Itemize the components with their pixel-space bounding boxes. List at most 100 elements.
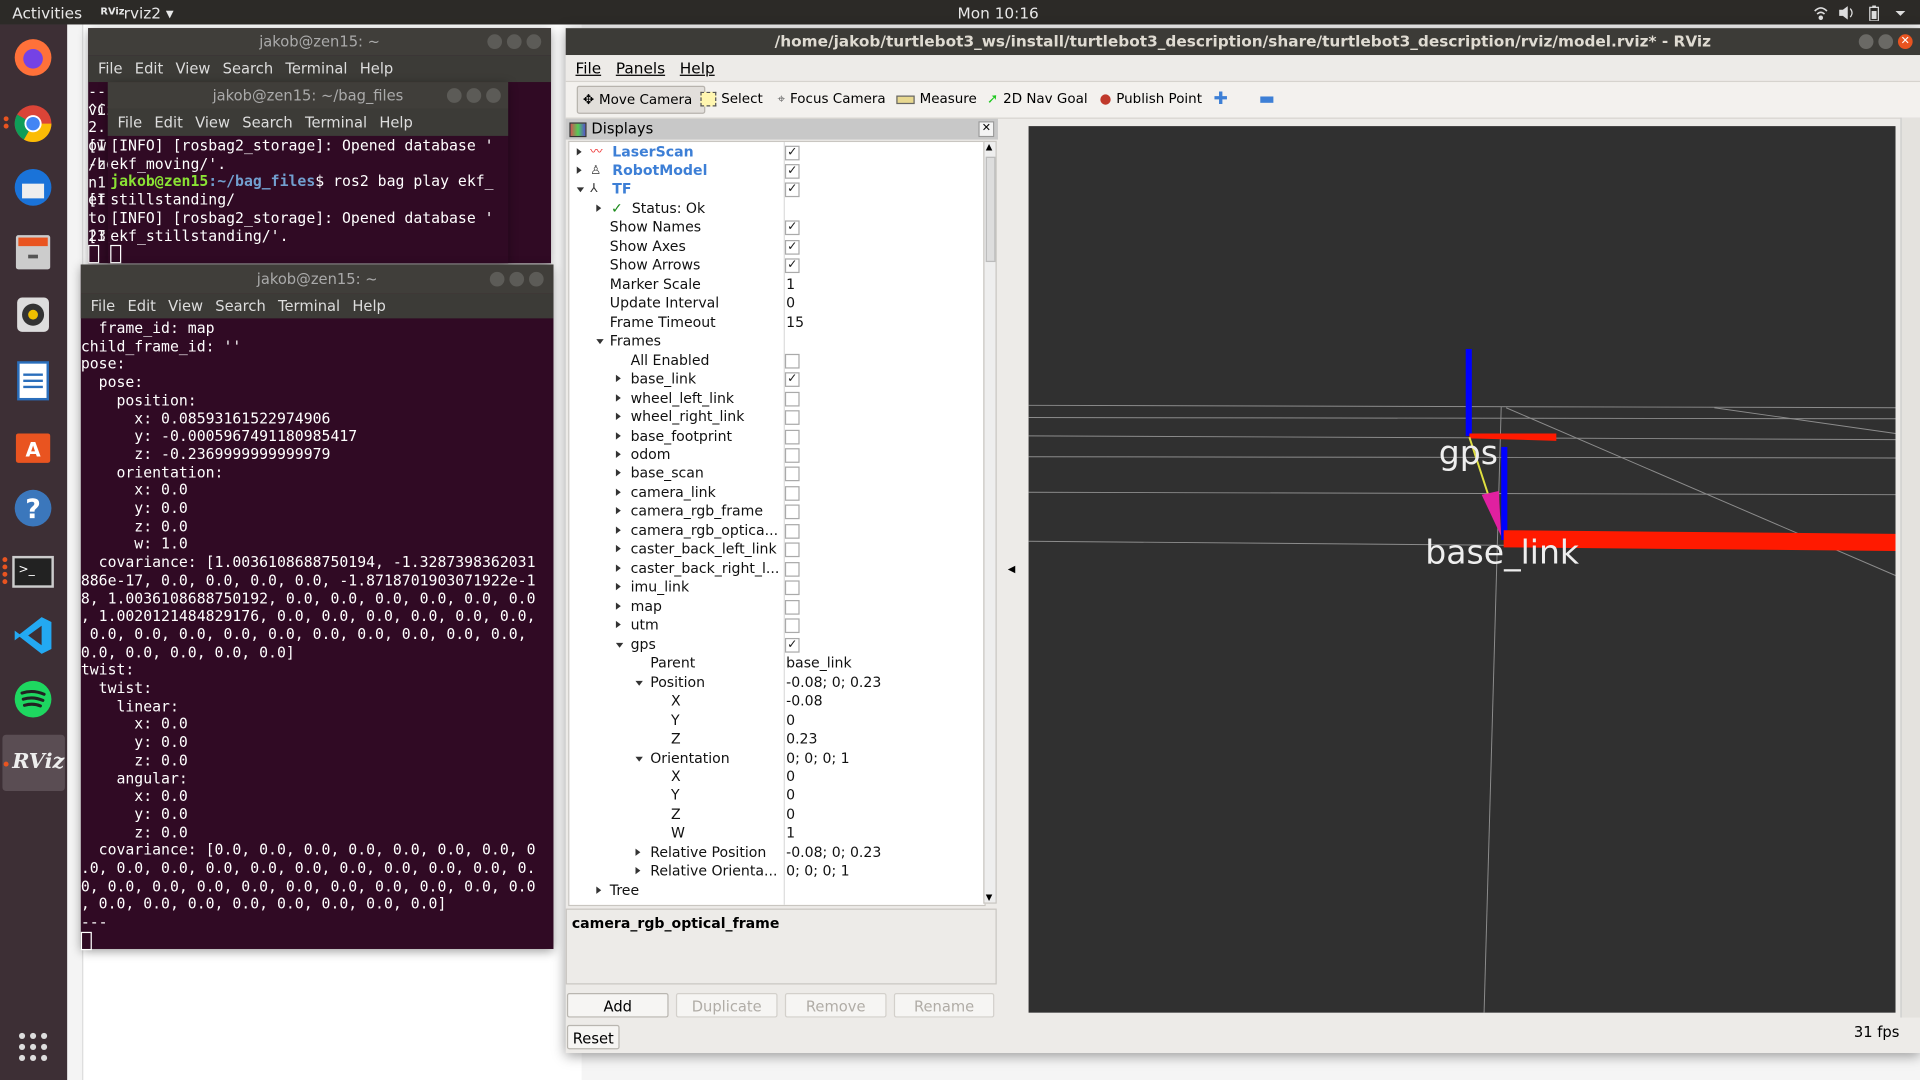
tree-row-value[interactable]: -0.08	[786, 692, 822, 711]
scroll-up-arrow-icon[interactable]: ▲	[986, 142, 993, 152]
nav-goal-tool[interactable]: ➚ 2D Nav Goal	[982, 86, 1092, 113]
menu-file[interactable]: File	[576, 59, 602, 77]
focus-camera-tool[interactable]: ⌖ Focus Camera	[773, 86, 891, 113]
dock-thunderbird[interactable]	[11, 165, 55, 209]
terminal-menu-item[interactable]: Edit	[127, 298, 155, 315]
tree-row-imu-link[interactable]: imu_link	[569, 578, 984, 597]
tree-row-value[interactable]: 0	[786, 787, 795, 806]
checkbox-checked[interactable]: ✓	[784, 258, 800, 274]
terminal-menu-item[interactable]: Terminal	[278, 298, 340, 315]
terminal-menu-item[interactable]: View	[176, 60, 211, 77]
reset-button[interactable]: Reset	[566, 1024, 620, 1050]
checkbox[interactable]	[784, 580, 800, 596]
checkbox[interactable]	[784, 391, 800, 407]
terminal-menu-item[interactable]: Search	[215, 298, 265, 315]
tree-row-status-ok[interactable]: ✓ Status: Ok	[569, 199, 984, 218]
right-panel-handle[interactable]	[1900, 117, 1920, 1018]
dock-files[interactable]	[11, 229, 55, 273]
terminal-window-topic-echo[interactable]: jakob@zen15: ~ File Edit View Search Termina…	[80, 264, 554, 950]
select-tool[interactable]: Select	[696, 86, 768, 113]
collapsed-arrow-icon[interactable]	[615, 374, 621, 383]
tree-row-relative-position[interactable]: Relative Position -0.08; 0; 0.23	[569, 844, 984, 863]
tree-row-value[interactable]: 15	[786, 313, 804, 332]
tree-scrollbar[interactable]: ▲ ▼	[983, 140, 997, 904]
tree-row-show-axes[interactable]: Show Axes ✓	[569, 237, 984, 256]
terminal-menu-item[interactable]: Terminal	[305, 114, 367, 131]
terminal-menu-item[interactable]: Help	[360, 60, 394, 77]
checkbox[interactable]	[784, 429, 800, 444]
dock-firefox[interactable]	[11, 36, 55, 80]
displays-tree[interactable]: 〰 LaserScan ✓ ♙ RobotModel ✓ ⅄ TF ✓ ✓ Status: Ok Sh…	[568, 140, 986, 907]
rename-button[interactable]: Rename	[893, 993, 995, 1018]
tree-row-x[interactable]: X -0.08	[569, 692, 984, 711]
tree-row-w[interactable]: W1	[569, 825, 984, 844]
tree-row-position[interactable]: Position -0.08; 0; 0.23	[569, 673, 984, 692]
tree-row-tf[interactable]: ⅄ TF ✓	[569, 181, 984, 200]
dock-spotify[interactable]	[11, 677, 55, 721]
terminal-menu-item[interactable]: File	[98, 60, 123, 77]
checkbox-checked[interactable]: ✓	[784, 220, 800, 236]
terminal-menu-item[interactable]: Edit	[154, 114, 182, 131]
dock-terminal[interactable]: >_	[2, 550, 55, 594]
tree-row-value[interactable]: 0	[786, 806, 795, 825]
collapsed-arrow-icon[interactable]	[615, 545, 621, 553]
minimize-button[interactable]	[487, 34, 503, 49]
tree-row-value[interactable]: 0; 0; 0; 1	[786, 749, 850, 768]
checkbox[interactable]	[784, 467, 800, 482]
tree-row-map[interactable]: map	[569, 597, 984, 616]
tree-row-camera-link[interactable]: camera_link	[569, 484, 984, 503]
tree-row-show-arrows[interactable]: Show Arrows ✓	[569, 256, 984, 275]
maximize-button[interactable]	[1878, 34, 1894, 49]
tree-row-marker-scale[interactable]: Marker Scale 1	[569, 275, 984, 294]
collapsed-arrow-icon[interactable]	[615, 564, 621, 572]
tree-row-value[interactable]: -0.08; 0; 0.23	[786, 673, 881, 692]
tree-row-wheel-left-link[interactable]: wheel_left_link	[569, 389, 984, 408]
add-button[interactable]: Add	[566, 993, 669, 1018]
scrollbar-thumb[interactable]	[985, 156, 996, 263]
terminal-menu-item[interactable]: File	[91, 298, 116, 315]
tree-row-value[interactable]: 0	[786, 711, 795, 730]
checkbox[interactable]	[784, 523, 800, 539]
terminal-menu-item[interactable]: Search	[242, 114, 292, 131]
expanded-arrow-icon[interactable]	[615, 642, 624, 648]
checkbox-checked[interactable]: ✓	[784, 239, 800, 255]
collapsed-arrow-icon[interactable]	[615, 526, 621, 534]
dock-rviz[interactable]: RViz	[2, 734, 65, 792]
collapsed-arrow-icon[interactable]	[615, 412, 621, 421]
collapsed-arrow-icon[interactable]	[615, 393, 621, 402]
measure-tool[interactable]: Measure	[891, 86, 981, 113]
checkbox-checked[interactable]: ✓	[784, 182, 800, 198]
tree-row-robotmodel[interactable]: ♙ RobotModel ✓	[569, 162, 984, 181]
close-panel-button[interactable]: ✕	[978, 121, 995, 138]
activities-button[interactable]: Activities	[12, 4, 82, 22]
collapsed-arrow-icon[interactable]	[615, 621, 621, 629]
tree-row-value[interactable]: 0; 0; 0; 1	[786, 862, 850, 881]
collapsed-arrow-icon[interactable]	[596, 204, 602, 212]
terminal-window-bag-files[interactable]: jakob@zen15: ~/bag_files File Edit View Sea…	[107, 82, 509, 264]
move-camera-tool[interactable]: ✥ Move Camera	[576, 85, 706, 114]
dock-chrome[interactable]	[3, 102, 55, 146]
collapsed-arrow-icon[interactable]	[596, 886, 602, 894]
tree-row-value[interactable]: base_link	[786, 654, 852, 673]
expanded-arrow-icon[interactable]	[576, 187, 585, 193]
tree-row-base-link[interactable]: base_link ✓	[569, 370, 984, 389]
expanded-arrow-icon[interactable]	[635, 680, 643, 686]
scroll-down-arrow-icon[interactable]: ▼	[986, 893, 993, 903]
tree-row-update-interval[interactable]: Update Interval 0	[569, 294, 984, 313]
collapsed-arrow-icon[interactable]	[635, 867, 641, 875]
terminal-menu-item[interactable]: Edit	[135, 60, 163, 77]
dock-ubuntu-software[interactable]: A	[11, 422, 55, 466]
3d-viewport[interactable]: gps base_link	[1028, 126, 1896, 1013]
tree-row-value[interactable]: -0.08; 0; 0.23	[786, 844, 881, 863]
checkbox[interactable]	[784, 410, 800, 425]
checkbox[interactable]	[784, 561, 800, 577]
tree-row-all-enabled[interactable]: All Enabled	[569, 351, 984, 370]
dock-vscode[interactable]	[11, 613, 55, 657]
tree-row-laserscan[interactable]: 〰 LaserScan ✓	[569, 143, 984, 162]
minimize-button[interactable]	[446, 88, 462, 103]
terminal-menu-item[interactable]: Search	[223, 60, 273, 77]
remove-tool-button[interactable]: ▬	[1254, 86, 1280, 113]
collapsed-arrow-icon[interactable]	[615, 431, 621, 440]
terminal-menu-item[interactable]: Help	[379, 114, 413, 131]
tree-row-camera-rgb-optica[interactable]: camera_rgb_optica...	[569, 521, 984, 540]
